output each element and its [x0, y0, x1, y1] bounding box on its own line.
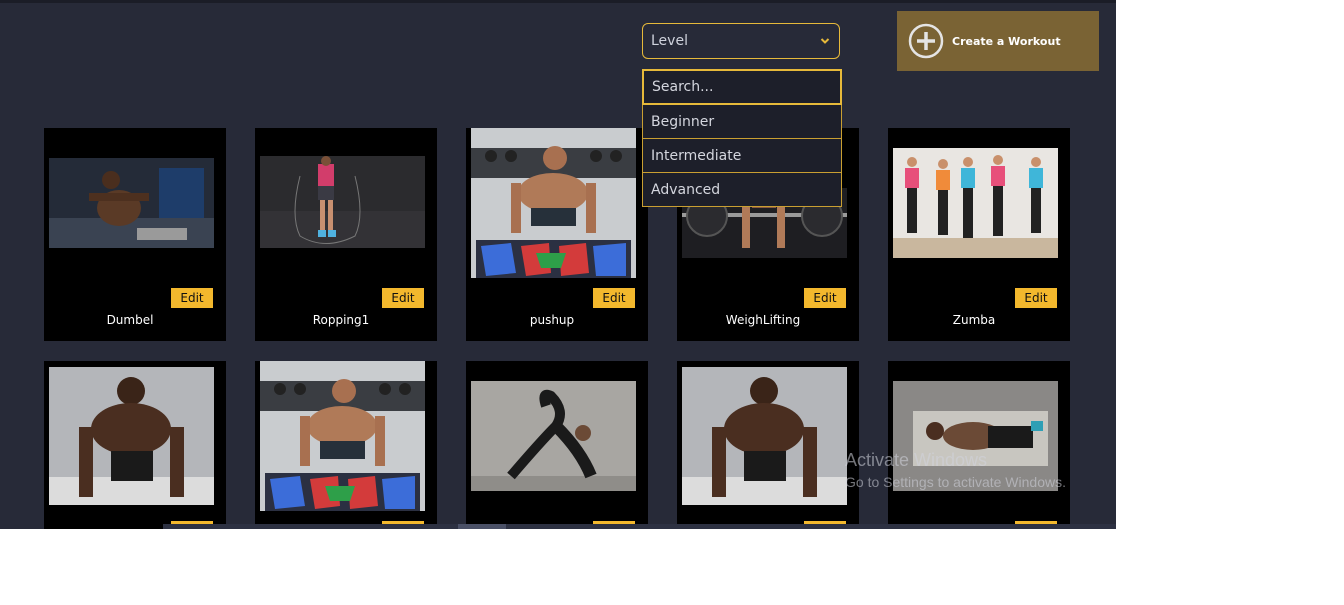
pushup-board-image [471, 128, 636, 278]
level-select-label: Level [651, 33, 688, 49]
level-dropdown: Beginner Intermediate Advanced [642, 69, 842, 207]
edit-button[interactable]: Edit [382, 288, 424, 308]
workout-card[interactable]: Edit [44, 361, 226, 529]
edit-button[interactable]: Edit [171, 288, 213, 308]
activate-windows-watermark: Activate Windows Go to Settings to activ… [845, 450, 1066, 490]
zumba-class-image [893, 148, 1058, 258]
create-workout-label: Create a Workout [952, 34, 1061, 48]
pushup-man-image [682, 367, 847, 505]
yoga-pose-image [471, 381, 636, 491]
pushup-board-image [260, 361, 425, 511]
workout-card-zumba[interactable]: Edit Zumba [888, 128, 1070, 341]
workout-name: pushup [529, 313, 575, 327]
workout-name: Zumba [952, 313, 996, 327]
edit-button[interactable]: Edit [1015, 288, 1057, 308]
workout-card[interactable]: Edit [466, 361, 648, 529]
workout-card[interactable]: Edit [255, 361, 437, 529]
workout-app: Edit Dumbel Edit Ropping1 Edit pushup Ed… [0, 0, 1116, 529]
workout-card-pushup[interactable]: Edit pushup [466, 128, 648, 341]
pushup-man-image [49, 367, 214, 505]
level-select[interactable]: Level [642, 23, 840, 59]
level-option-advanced[interactable]: Advanced [642, 173, 842, 207]
level-option-beginner[interactable]: Beginner [642, 105, 842, 139]
scrollbar-thumb[interactable] [458, 524, 506, 529]
workout-name: Ropping1 [312, 313, 370, 327]
plus-circle-icon [908, 23, 944, 59]
workout-name: WeighLifting [725, 313, 801, 327]
edit-button[interactable]: Edit [593, 288, 635, 308]
watermark-subtitle: Go to Settings to activate Windows. [845, 474, 1066, 490]
horizontal-scrollbar[interactable] [163, 524, 1116, 529]
chevron-down-icon [820, 38, 830, 44]
top-border [0, 0, 1116, 3]
workout-name: Dumbel [106, 313, 154, 327]
create-workout-button[interactable]: Create a Workout [897, 11, 1099, 71]
workout-card[interactable]: Edit [677, 361, 859, 529]
workout-card-ropping1[interactable]: Edit Ropping1 [255, 128, 437, 341]
level-option-intermediate[interactable]: Intermediate [642, 139, 842, 173]
workout-card[interactable]: Edit [888, 361, 1070, 529]
dumbbell-workout-image [49, 158, 214, 248]
edit-button[interactable]: Edit [804, 288, 846, 308]
workout-card-dumbel[interactable]: Edit Dumbel [44, 128, 226, 341]
level-search-input[interactable] [642, 69, 842, 105]
rope-jumping-image [260, 156, 425, 248]
watermark-title: Activate Windows [845, 450, 988, 470]
